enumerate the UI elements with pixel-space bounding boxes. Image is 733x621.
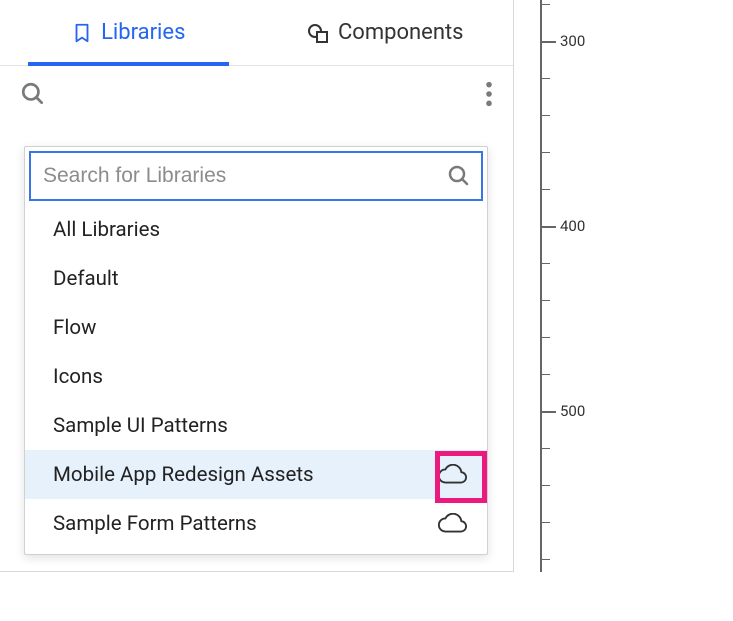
library-item[interactable]: Sample Form Patterns xyxy=(25,499,487,548)
more-menu-icon[interactable] xyxy=(485,80,493,108)
dropdown-list: All Libraries Default Flow Icons Sample UI P… xyxy=(25,205,487,548)
ruler-label: 400 xyxy=(560,217,585,235)
library-item[interactable]: Sample UI Patterns xyxy=(25,401,487,450)
ruler-label: 300 xyxy=(560,32,585,50)
tab-libraries[interactable]: Libraries xyxy=(0,0,257,65)
cloud-icon xyxy=(437,513,467,535)
libraries-panel: Libraries Components All Libraries Defaul… xyxy=(0,0,514,572)
libraries-dropdown: All Libraries Default Flow Icons Sample UI P… xyxy=(24,146,488,555)
library-item[interactable]: Default xyxy=(25,254,487,303)
library-item-label: Sample Form Patterns xyxy=(53,512,257,536)
library-item-label: Flow xyxy=(53,316,96,340)
tab-libraries-label: Libraries xyxy=(101,20,185,45)
ruler: 300400500 xyxy=(540,0,580,572)
ruler-label: 500 xyxy=(560,402,585,420)
search-icon[interactable] xyxy=(20,81,46,107)
dropdown-search[interactable] xyxy=(29,151,483,201)
search-input[interactable] xyxy=(41,163,447,189)
library-item-label: All Libraries xyxy=(53,218,160,242)
tab-components-label: Components xyxy=(338,20,464,45)
library-item-label: Sample UI Patterns xyxy=(53,414,228,438)
library-item[interactable]: All Libraries xyxy=(25,205,487,254)
tab-components[interactable]: Components xyxy=(257,0,514,65)
search-icon[interactable] xyxy=(447,164,471,188)
tab-bar: Libraries Components xyxy=(0,0,513,66)
library-item[interactable]: Flow xyxy=(25,303,487,352)
cloud-icon xyxy=(437,464,467,486)
panel-toolbar xyxy=(0,66,513,122)
bookmark-icon xyxy=(71,22,93,44)
library-item[interactable]: Mobile App Redesign Assets xyxy=(25,450,487,499)
library-item-label: Mobile App Redesign Assets xyxy=(53,463,314,487)
library-item[interactable]: Icons xyxy=(25,352,487,401)
library-item-label: Default xyxy=(53,267,119,291)
components-icon xyxy=(306,21,330,45)
library-item-label: Icons xyxy=(53,365,103,389)
